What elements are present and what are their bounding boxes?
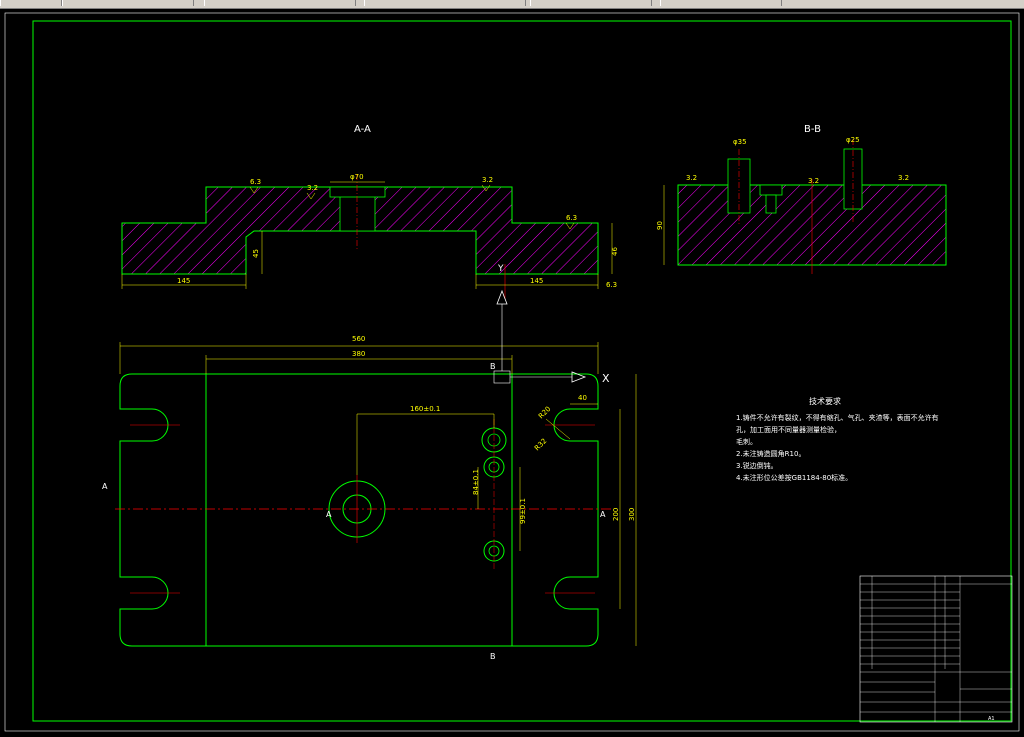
title-block: A1 (859, 575, 1013, 723)
svg-text:3.2: 3.2 (898, 174, 909, 182)
plan-view: 560 380 160±0.1 40 84±0.1 99±0.1 200 300… (102, 264, 637, 661)
window-tab[interactable] (62, 0, 194, 6)
section-bb-view: B-B 90 φ35 φ25 3.2 3.2 3.2 (656, 124, 947, 274)
drawing-size-label: A1 (988, 716, 995, 722)
svg-text:84±0.1: 84±0.1 (472, 469, 480, 495)
note-line: 毛刺。 (736, 438, 757, 446)
window-tab[interactable] (204, 0, 356, 6)
svg-text:X: X (602, 372, 610, 385)
svg-text:B: B (490, 652, 496, 661)
svg-text:A: A (326, 510, 332, 519)
note-line: 孔，加工面用不同量器测量检验， (736, 426, 841, 434)
svg-text:A: A (102, 482, 108, 491)
notes-title: 技术要求 (809, 397, 841, 406)
section-aa-view: A-A 145 145 45 46 φ70 6.3 3.2 3.2 6.3 6.… (121, 124, 619, 299)
svg-text:45: 45 (252, 249, 260, 258)
section-aa-title: A-A (354, 124, 371, 135)
svg-text:145: 145 (177, 277, 190, 285)
application-tab-bar (0, 0, 1024, 9)
counterbore (329, 186, 386, 198)
window-tab[interactable] (364, 0, 526, 6)
svg-text:200: 200 (612, 508, 620, 521)
svg-text:40: 40 (578, 394, 587, 402)
svg-text:6.3: 6.3 (250, 178, 261, 186)
svg-text:3.2: 3.2 (482, 176, 493, 184)
note-line: 1.铸件不允许有裂纹，不得有缩孔、气孔、夹渣等，表面不允许有 (736, 414, 939, 422)
svg-text:300: 300 (628, 508, 636, 521)
svg-text:90: 90 (656, 221, 664, 230)
section-bb-title: B-B (804, 124, 821, 135)
svg-text:6.3: 6.3 (606, 281, 617, 289)
svg-text:3.2: 3.2 (808, 177, 819, 185)
svg-text:6.3: 6.3 (566, 214, 577, 222)
svg-text:A: A (600, 510, 606, 519)
note-line: 2.未注铸造圆角R10。 (736, 450, 806, 458)
note-line: 3.锐边倒钝。 (736, 462, 778, 470)
svg-text:3.2: 3.2 (686, 174, 697, 182)
window-tab[interactable] (660, 0, 782, 6)
svg-text:Y: Y (497, 264, 504, 274)
svg-text:46: 46 (611, 247, 619, 256)
svg-text:380: 380 (352, 350, 365, 358)
svg-text:φ35: φ35 (733, 138, 747, 146)
svg-text:φ25: φ25 (846, 136, 860, 144)
svg-text:145: 145 (530, 277, 543, 285)
note-line: 4.未注形位公差按GB1184-80标准。 (736, 474, 853, 482)
svg-text:B: B (490, 362, 496, 371)
svg-text:φ70: φ70 (350, 173, 364, 181)
cad-drawing-canvas[interactable]: A-A 145 145 45 46 φ70 6.3 3.2 3.2 6.3 6.… (0, 9, 1024, 733)
window-tab[interactable] (530, 0, 652, 6)
svg-text:160±0.1: 160±0.1 (410, 405, 440, 413)
svg-text:560: 560 (352, 335, 365, 343)
svg-text:R20: R20 (537, 405, 552, 420)
window-tab[interactable] (0, 0, 62, 6)
svg-text:99±0.1: 99±0.1 (519, 498, 527, 524)
svg-text:R32: R32 (533, 437, 548, 452)
svg-text:3.2: 3.2 (307, 184, 318, 192)
